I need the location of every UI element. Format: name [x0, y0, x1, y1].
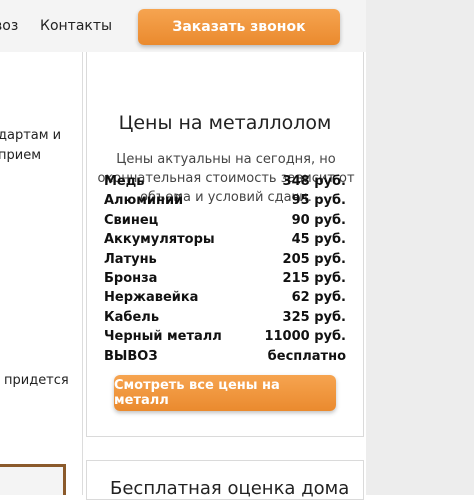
prices-card-title: Цены на металлолом	[118, 112, 332, 134]
price-row: Нержавейка 62 руб.	[104, 290, 346, 309]
price-item-value: 11000 руб.	[264, 329, 346, 345]
price-item-value: 95 руб.	[291, 193, 346, 209]
price-item-name: Медь	[104, 174, 145, 189]
price-item-name: Аккумуляторы	[104, 232, 215, 248]
price-row: Алюминий 95 руб.	[104, 193, 346, 212]
price-item-value: 205 руб.	[282, 251, 346, 267]
price-item-name: Кабель	[104, 309, 160, 325]
left-image-frame	[0, 464, 66, 495]
price-item-value: 348 руб.	[282, 174, 346, 189]
order-call-button[interactable]: Заказать звонок	[138, 9, 340, 45]
price-item-value: 215 руб.	[282, 271, 346, 286]
price-row: ВЫВОЗ бесплатно	[104, 349, 346, 368]
price-row: Аккумуляторы 45 руб.	[104, 232, 346, 251]
price-item-name: Нержавейка	[104, 290, 199, 306]
price-row: Латунь 205 руб.	[104, 252, 346, 271]
price-row: Черный металл 11000 руб.	[104, 329, 346, 348]
price-item-value: бесплатно	[267, 348, 346, 364]
price-item-value: 62 руб.	[291, 290, 346, 306]
price-item-value: 325 руб.	[282, 309, 346, 325]
price-item-name: Алюминий	[104, 193, 184, 209]
nav-item-partial[interactable]: воз	[0, 18, 18, 34]
price-row: Медь 348 руб.	[104, 174, 346, 193]
left-text-line: прием	[0, 148, 42, 163]
view-all-prices-button[interactable]: Смотреть все цены на металл	[114, 375, 336, 411]
price-item-value: 45 руб.	[291, 232, 346, 248]
price-item-name: ВЫВОЗ	[104, 348, 158, 364]
left-content-column	[0, 52, 83, 495]
page-side-background	[366, 0, 474, 495]
estimate-card-title: Бесплатная оценка дома	[110, 478, 350, 499]
price-item-name: Черный металл	[104, 329, 222, 345]
price-row: Бронза 215 руб.	[104, 271, 346, 290]
price-row: Кабель 325 руб.	[104, 310, 346, 329]
nav-item-contacts[interactable]: Контакты	[40, 18, 112, 34]
left-text-line: придется	[4, 373, 69, 388]
left-text-line: дартам и	[0, 128, 62, 143]
price-item-name: Свинец	[104, 212, 159, 228]
top-navigation: воз Контакты Заказать звонок	[0, 0, 366, 52]
price-row: Свинец 90 руб.	[104, 213, 346, 232]
price-item-name: Латунь	[104, 251, 157, 267]
price-item-value: 90 руб.	[291, 212, 346, 228]
price-item-name: Бронза	[104, 271, 158, 286]
